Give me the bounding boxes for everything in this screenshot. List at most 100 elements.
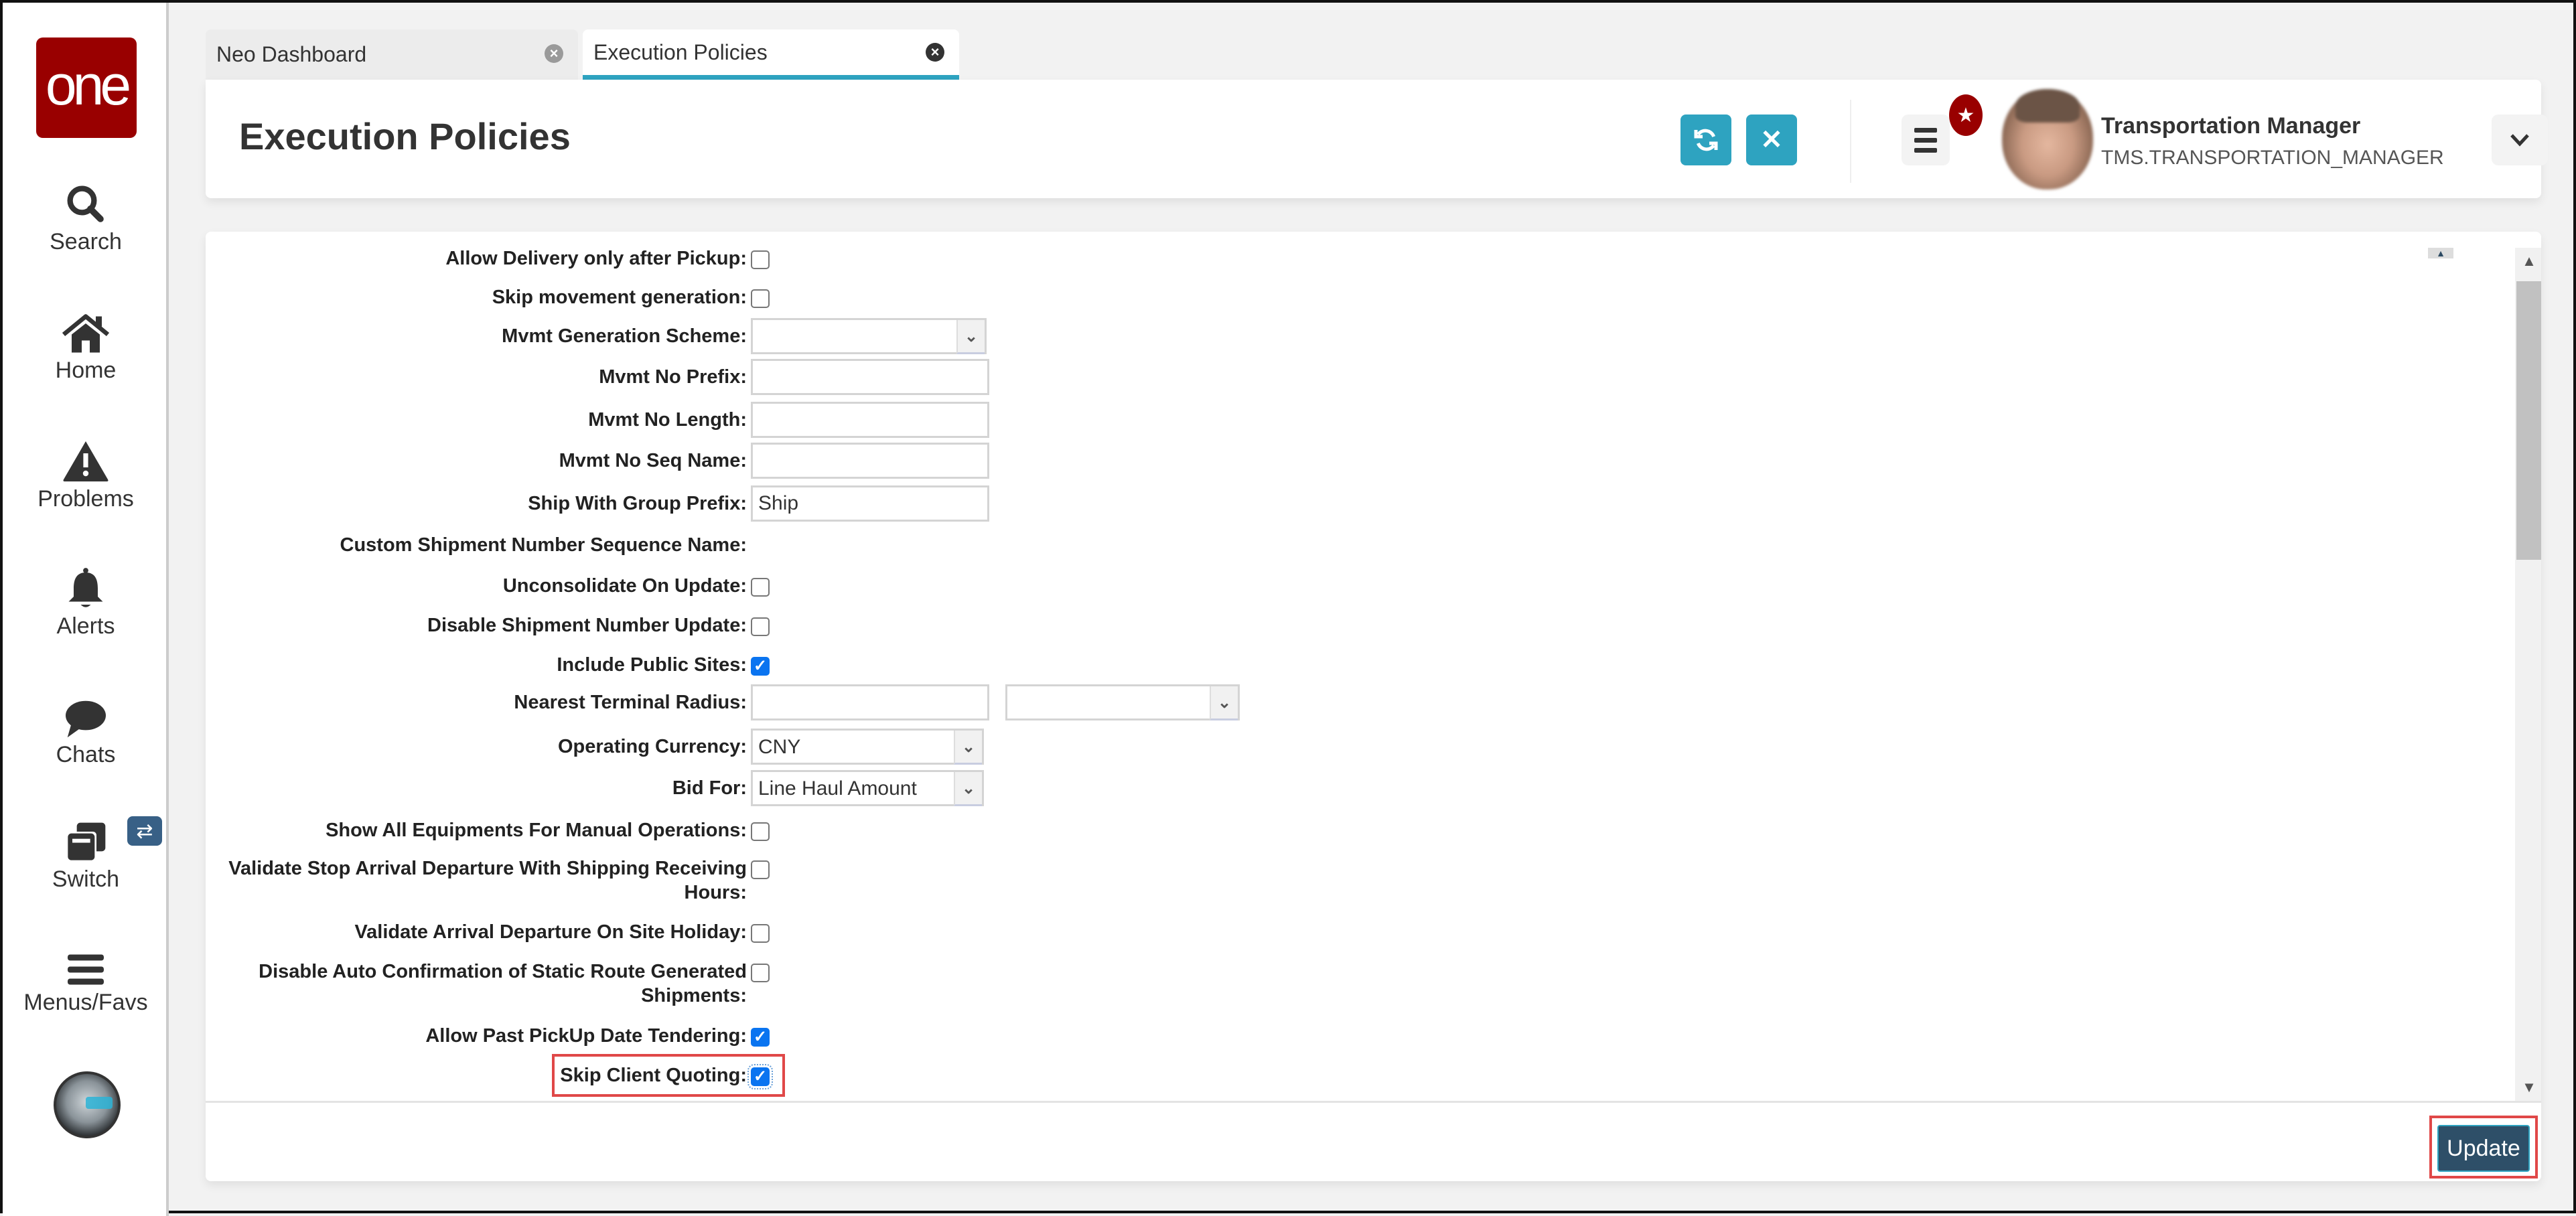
select-value: CNY xyxy=(758,736,801,758)
star-icon[interactable]: ★ xyxy=(1949,94,1983,136)
close-page-button[interactable]: ✕ xyxy=(1746,115,1797,165)
logo-text: one xyxy=(45,54,131,117)
close-tab-icon[interactable]: × xyxy=(926,43,944,62)
skip-client-quoting-checkbox[interactable] xyxy=(747,1064,773,1089)
field-label: Bid For: xyxy=(672,777,747,799)
sidebar-item-label: Home xyxy=(55,358,117,383)
disable-auto-confirmation-checkbox[interactable] xyxy=(751,964,770,982)
sidebar: one Search Home Problems Alerts Chats Sw… xyxy=(3,3,169,1216)
sidebar-item-alerts[interactable]: Alerts xyxy=(3,566,169,639)
radius-unit-select[interactable]: ⌄ xyxy=(1005,684,1240,720)
user-menu-dropdown[interactable] xyxy=(2492,115,2548,165)
unconsolidate-on-update-checkbox[interactable] xyxy=(751,578,770,597)
select-value: Line Haul Amount xyxy=(758,777,917,800)
refresh-button[interactable] xyxy=(1680,115,1731,165)
menu-button[interactable] xyxy=(1902,115,1950,165)
field-label: Mvmt Generation Scheme: xyxy=(502,325,747,347)
chevron-down-icon xyxy=(2510,134,2529,147)
scroll-up-arrow-icon[interactable]: ▲ xyxy=(2515,248,2541,275)
user-role: TMS.TRANSPORTATION_MANAGER xyxy=(2101,147,2444,169)
ai-assistant-avatar[interactable] xyxy=(54,1071,121,1138)
sidebar-item-label: Switch xyxy=(52,866,120,892)
hamburger-icon xyxy=(1914,127,1937,133)
mvmt-no-prefix-input[interactable] xyxy=(751,359,989,395)
scrollbar-thumb[interactable] xyxy=(2516,281,2541,560)
field-label: Disable Shipment Number Update: xyxy=(427,615,747,636)
sidebar-item-label: Search xyxy=(50,229,122,254)
refresh-icon xyxy=(1694,129,1718,151)
chat-icon xyxy=(66,700,106,738)
skip-movement-generation-checkbox[interactable] xyxy=(751,289,770,308)
tab-neo-dashboard[interactable]: Neo Dashboard × xyxy=(206,29,578,80)
avatar[interactable] xyxy=(2002,89,2093,189)
ai-visor-graphic xyxy=(86,1097,113,1109)
sidebar-item-search[interactable]: Search xyxy=(3,182,169,255)
sidebar-item-home[interactable]: Home xyxy=(3,312,169,384)
sidebar-item-label: Problems xyxy=(38,486,134,512)
scroll-to-top-button[interactable]: ▲ xyxy=(2428,248,2453,258)
field-label: Allow Past PickUp Date Tendering: xyxy=(425,1025,747,1047)
field-label: Show All Equipments For Manual Operation… xyxy=(326,820,747,841)
mvmt-no-length-input[interactable] xyxy=(751,402,989,438)
mvmt-no-seq-name-input[interactable] xyxy=(751,443,989,479)
sidebar-item-label: Chats xyxy=(56,742,116,767)
sidebar-item-label: Alerts xyxy=(56,613,115,639)
search-icon xyxy=(67,185,104,222)
chevron-down-icon: ⌄ xyxy=(954,731,982,765)
field-label: Operating Currency: xyxy=(558,736,747,757)
page-title: Execution Policies xyxy=(239,115,571,157)
chevron-down-icon: ⌄ xyxy=(1210,686,1238,720)
tab-label: Execution Policies xyxy=(593,40,768,64)
disable-shipment-number-update-checkbox[interactable] xyxy=(751,617,770,636)
home-icon xyxy=(62,314,110,353)
policy-form: Allow Delivery only after Pickup: Skip m… xyxy=(206,232,2541,1181)
vertical-scrollbar[interactable]: ▲ ▼ xyxy=(2515,248,2541,1101)
close-icon: ✕ xyxy=(1760,125,1783,155)
include-public-sites-checkbox[interactable] xyxy=(751,657,770,676)
tab-execution-policies[interactable]: Execution Policies × xyxy=(583,29,959,80)
field-label: Mvmt No Seq Name: xyxy=(559,450,747,471)
update-button[interactable]: Update xyxy=(2437,1125,2530,1172)
header-divider xyxy=(1850,100,1851,183)
sidebar-item-problems[interactable]: Problems xyxy=(3,439,169,512)
tab-label: Neo Dashboard xyxy=(216,42,367,66)
ship-with-group-prefix-input[interactable] xyxy=(751,485,989,522)
form-scroll-area: Allow Delivery only after Pickup: Skip m… xyxy=(206,232,2541,1101)
hamburger-icon xyxy=(68,954,104,985)
allow-delivery-after-pickup-checkbox[interactable] xyxy=(751,250,770,269)
swap-arrows-icon[interactable]: ⇄ xyxy=(127,816,162,846)
field-label: Ship With Group Prefix: xyxy=(528,493,747,514)
field-label: Mvmt No Prefix: xyxy=(599,366,747,388)
field-label: Validate Stop Arrival Departure With Shi… xyxy=(228,858,747,903)
chevron-down-icon: ⌄ xyxy=(954,772,982,806)
field-label: Disable Auto Confirmation of Static Rout… xyxy=(259,961,747,1006)
field-label: Allow Delivery only after Pickup: xyxy=(445,248,747,269)
validate-arrival-departure-holiday-checkbox[interactable] xyxy=(751,924,770,943)
bell-icon xyxy=(68,568,103,607)
scroll-down-arrow-icon[interactable]: ▼ xyxy=(2515,1074,2541,1101)
windows-icon xyxy=(66,822,106,862)
app-logo[interactable]: one xyxy=(36,37,137,138)
page-header: Execution Policies ✕ ★ Transportation Ma… xyxy=(206,80,2548,198)
nearest-terminal-radius-input[interactable] xyxy=(751,684,989,720)
form-footer: Update xyxy=(206,1101,2541,1181)
operating-currency-select[interactable]: CNY ⌄ xyxy=(751,729,984,765)
field-label: Custom Shipment Number Sequence Name: xyxy=(340,534,747,556)
chevron-down-icon: ⌄ xyxy=(956,320,985,354)
close-tab-icon[interactable]: × xyxy=(545,44,563,63)
field-label: Mvmt No Length: xyxy=(588,409,747,431)
field-label: Skip Client Quoting: xyxy=(560,1065,747,1086)
show-all-equipments-checkbox[interactable] xyxy=(751,822,770,841)
mvmt-generation-scheme-select[interactable]: ⌄ xyxy=(751,318,987,354)
sidebar-item-chats[interactable]: Chats xyxy=(3,699,169,768)
field-label: Unconsolidate On Update: xyxy=(502,575,747,597)
bid-for-select[interactable]: Line Haul Amount ⌄ xyxy=(751,770,984,806)
field-label: Skip movement generation: xyxy=(492,287,747,308)
sidebar-item-menus-favs[interactable]: Menus/Favs xyxy=(3,952,169,1016)
field-label: Include Public Sites: xyxy=(557,654,747,676)
warning-icon xyxy=(63,441,109,481)
allow-past-pickup-date-tendering-checkbox[interactable] xyxy=(751,1028,770,1047)
field-label: Nearest Terminal Radius: xyxy=(514,692,747,713)
field-label: Validate Arrival Departure On Site Holid… xyxy=(354,921,747,943)
validate-stop-arrival-departure-checkbox[interactable] xyxy=(751,860,770,879)
